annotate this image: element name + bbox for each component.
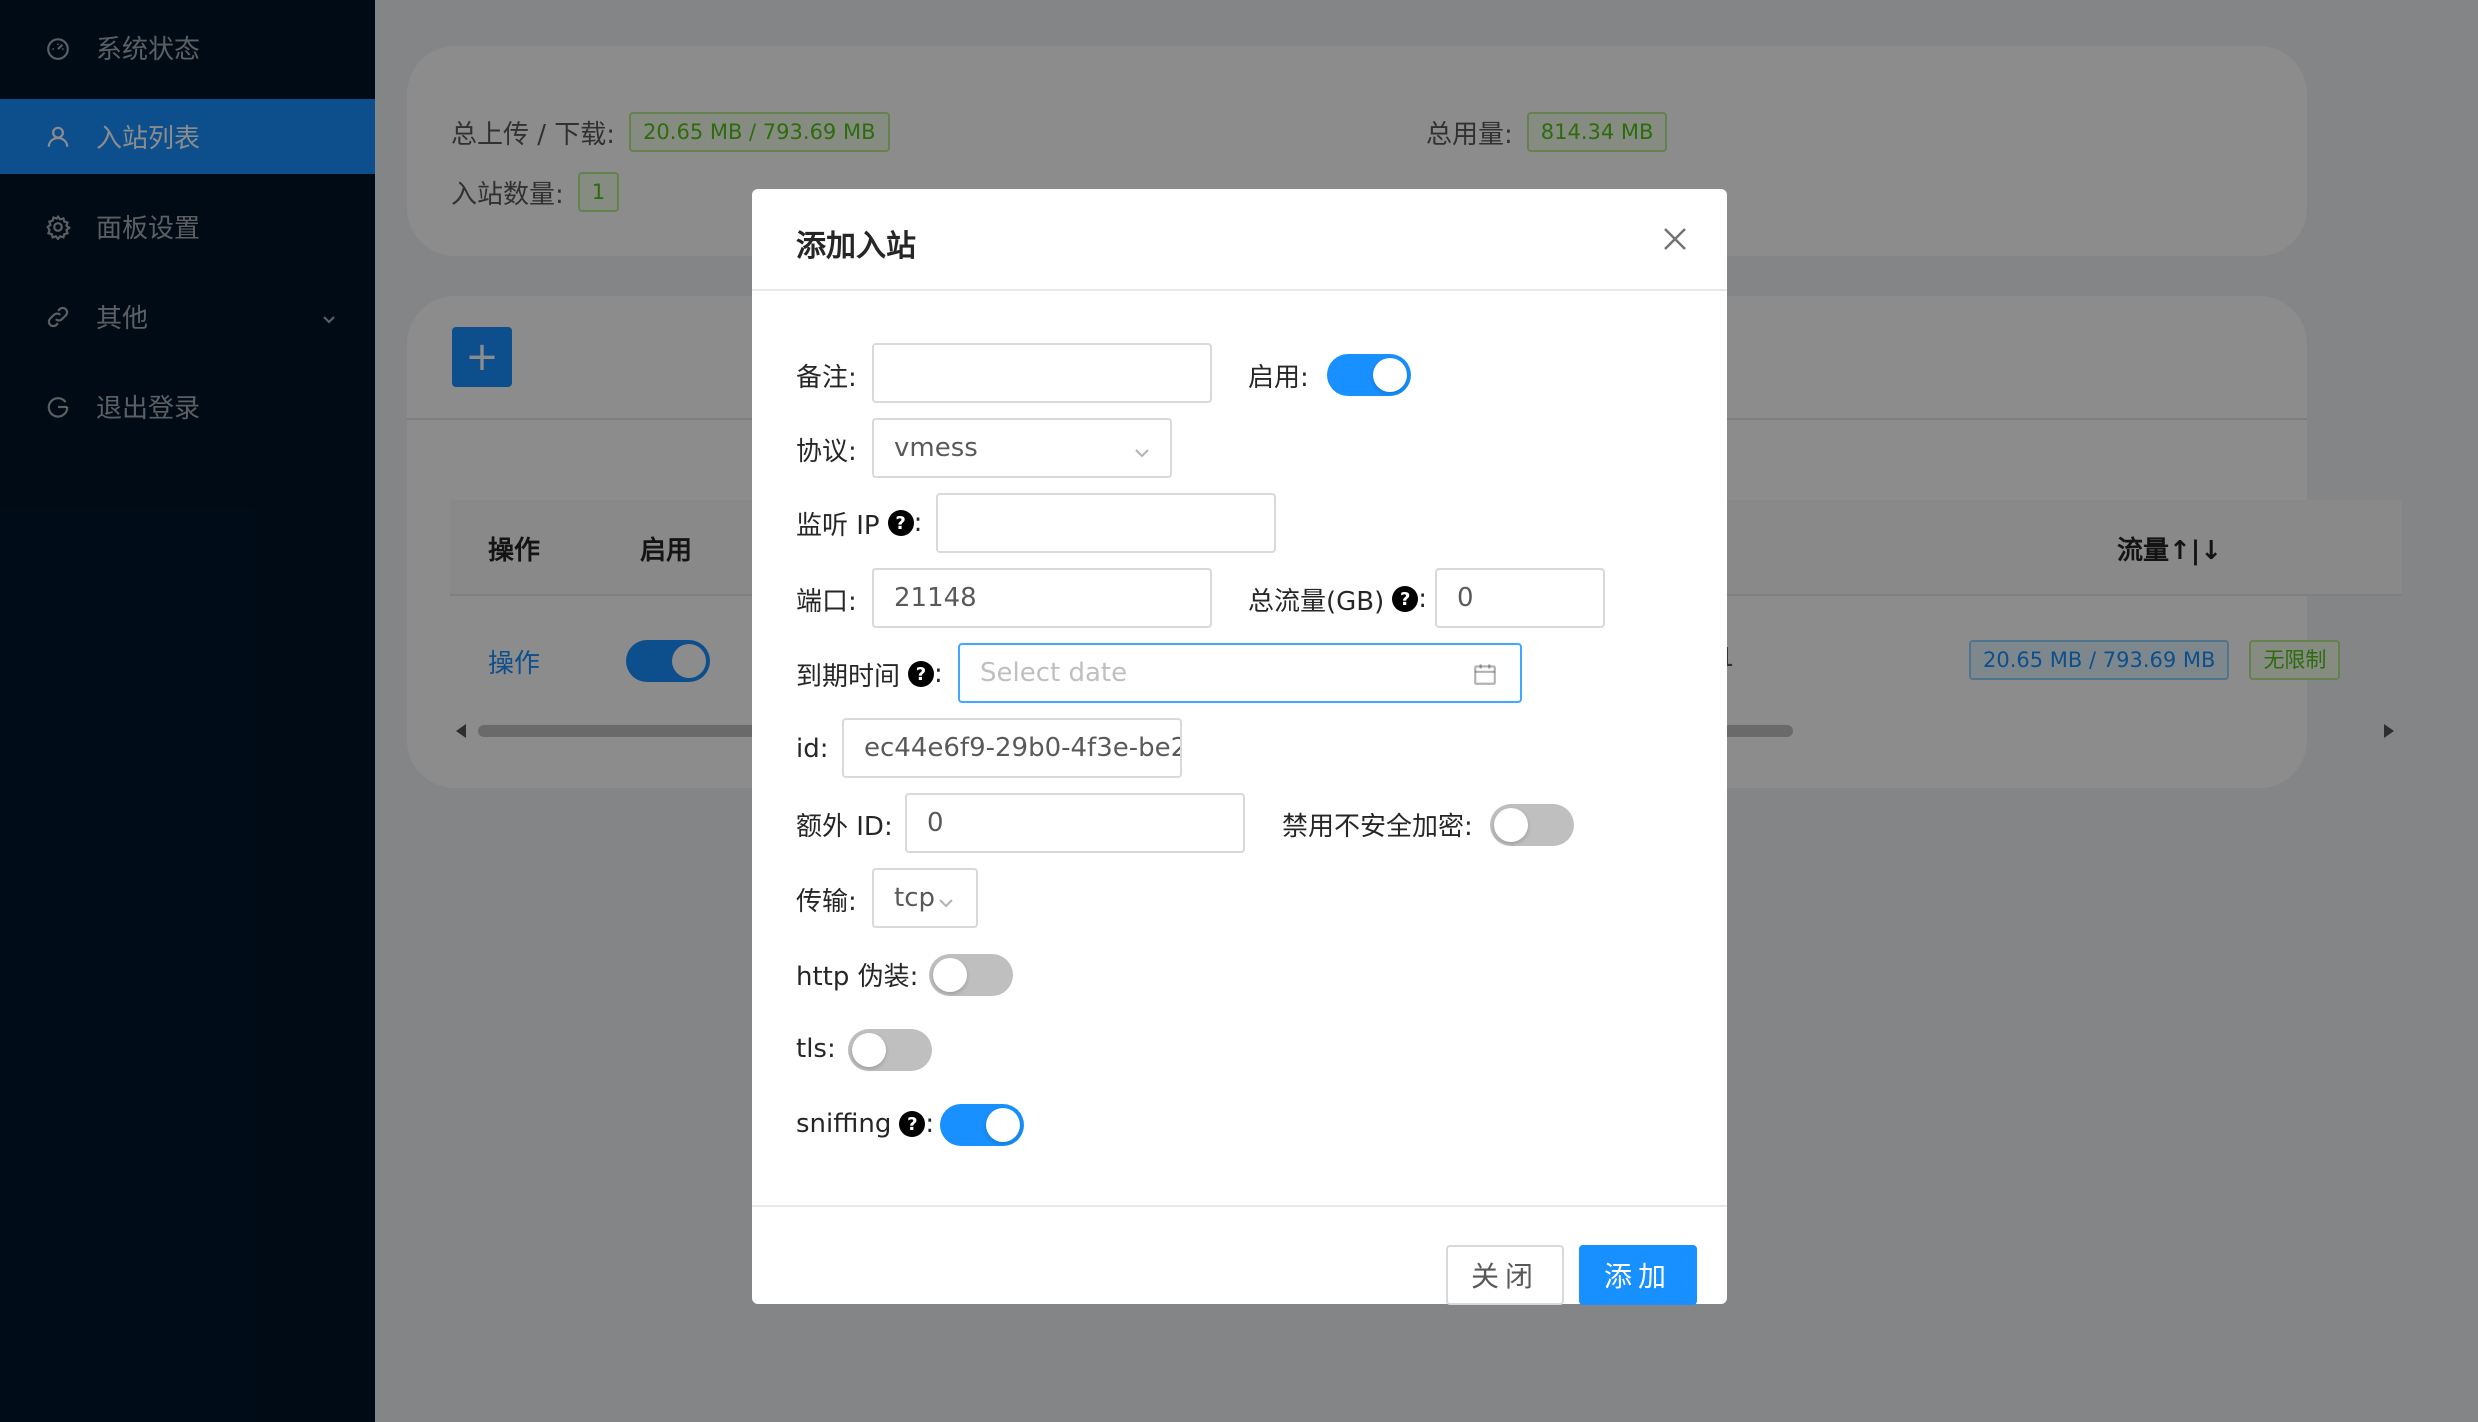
question-circle-icon[interactable]: ? (899, 1111, 926, 1137)
expiry-date-picker[interactable]: Select date (958, 643, 1522, 703)
transport-label: 传输: (796, 886, 857, 917)
question-circle-icon[interactable]: ? (908, 661, 935, 687)
tls-label: tls: (796, 1034, 836, 1064)
enable-label: 启用: (1248, 362, 1309, 393)
chevron-down-icon (936, 890, 956, 910)
listen-ip-input[interactable] (936, 493, 1276, 553)
listen-ip-label: 监听 IP ? : (796, 508, 923, 541)
alter-id-input[interactable]: 0 (905, 793, 1245, 853)
modal-header: 添加入站 (752, 189, 1727, 291)
port-label: 端口: (796, 586, 857, 617)
add-inbound-modal: 添加入站 备注: 启用: 协议: vmess 监听 IP ? : 端口: 211… (752, 189, 1727, 1305)
alter-id-label: 额外 ID: (796, 811, 893, 842)
total-traffic-input[interactable]: 0 (1435, 568, 1605, 628)
enable-switch[interactable] (1327, 354, 1411, 396)
sniffing-switch[interactable] (940, 1104, 1024, 1146)
transport-value: tcp (894, 883, 935, 913)
add-button[interactable]: 添加 (1579, 1245, 1697, 1305)
sniffing-label: sniffing ? : (796, 1109, 935, 1139)
calendar-icon (1472, 661, 1498, 687)
chevron-down-icon (1132, 440, 1152, 460)
disable-insecure-label: 禁用不安全加密: (1282, 811, 1473, 842)
question-circle-icon[interactable]: ? (1392, 586, 1419, 612)
close-icon[interactable] (1659, 223, 1691, 255)
transport-select[interactable]: tcp (872, 868, 978, 928)
port-input[interactable]: 21148 (872, 568, 1212, 628)
expiry-placeholder: Select date (980, 658, 1128, 688)
remark-input[interactable] (872, 343, 1212, 403)
question-circle-icon[interactable]: ? (887, 510, 914, 536)
id-input[interactable]: ec44e6f9-29b0-4f3e-be29 (842, 718, 1182, 778)
expiry-label: 到期时间 ? : (796, 659, 943, 692)
total-traffic-label: 总流量(GB) ? : (1248, 584, 1428, 617)
modal-footer: 关闭 添加 (752, 1205, 1727, 1305)
tls-switch[interactable] (848, 1029, 932, 1071)
id-label: id: (796, 734, 829, 764)
protocol-label: 协议: (796, 436, 857, 467)
http-obfs-switch[interactable] (929, 954, 1013, 996)
disable-insecure-switch[interactable] (1490, 804, 1574, 846)
protocol-value: vmess (894, 433, 978, 463)
remark-label: 备注: (796, 362, 857, 393)
http-obfs-label: http 伪装: (796, 961, 919, 992)
modal-title: 添加入站 (796, 229, 916, 264)
close-button[interactable]: 关闭 (1446, 1245, 1564, 1305)
protocol-select[interactable]: vmess (872, 418, 1172, 478)
